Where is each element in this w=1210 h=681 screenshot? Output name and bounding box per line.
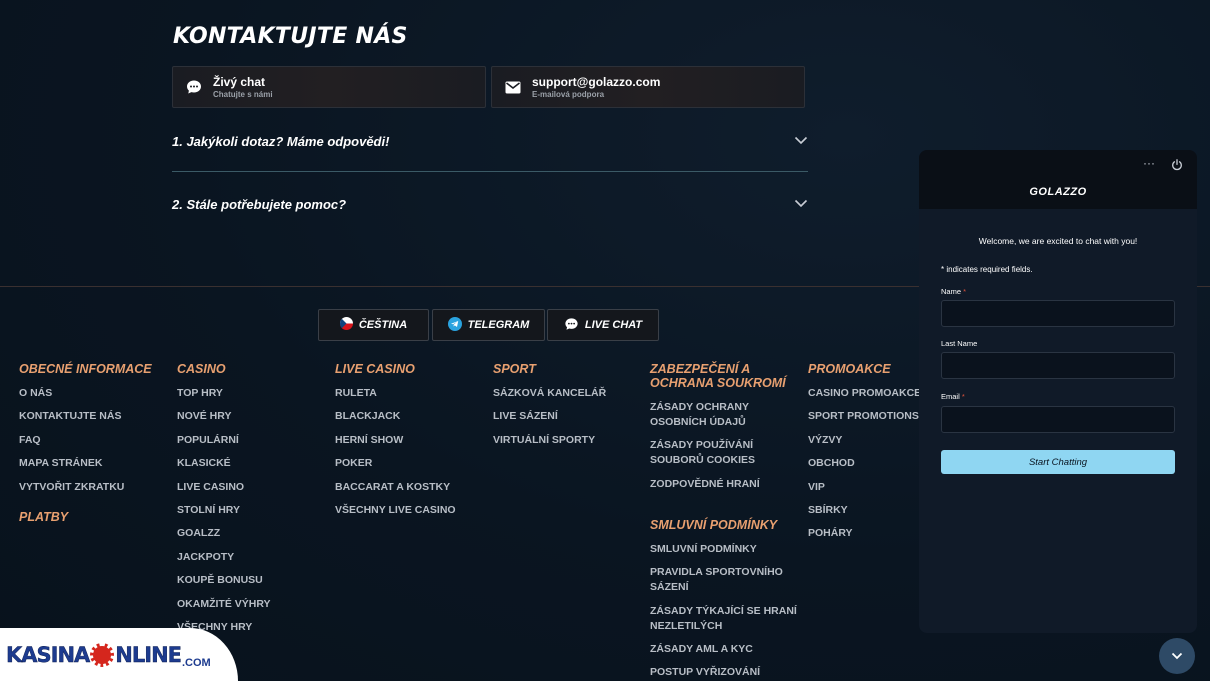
faq-question: 1. Jakýkoli dotaz? Máme odpovědi! — [172, 133, 390, 149]
envelope-icon — [504, 78, 522, 96]
chevron-down-icon[interactable] — [794, 195, 808, 213]
live-chat-title: Živý chat — [213, 74, 266, 89]
footer-link[interactable]: VŠECHNY LIVE CASINO — [335, 503, 485, 518]
footer-heading-payments: PLATBY — [19, 509, 69, 524]
name-input[interactable] — [941, 300, 1175, 327]
chevron-down-icon[interactable] — [794, 132, 808, 150]
footer-link[interactable]: POKER — [335, 456, 485, 471]
chat-widget-header: ··· GOLAZZO — [919, 150, 1197, 209]
footer-heading: OBECNÉ INFORMACE — [19, 362, 152, 376]
more-options-icon[interactable]: ··· — [1143, 156, 1155, 170]
watermark-text-left: KASINA — [6, 642, 91, 667]
footer-column-security: ZABEZPEČENÍ A OCHRANA SOUKROMÍ ZÁSADY OC… — [650, 362, 800, 681]
footer-column-sport: SPORT SÁZKOVÁ KANCELÁŘ LIVE SÁZENÍ VIRTU… — [493, 362, 643, 456]
footer-link[interactable]: CASINO PROMOAKCE — [808, 386, 920, 401]
email-support-subtitle: E-mailová podpora — [532, 89, 605, 99]
footer-link[interactable]: ZODPOVĚDNÉ HRANÍ — [650, 477, 800, 492]
footer-link[interactable]: PRAVIDLA SPORTOVNÍHO SÁZENÍ — [650, 565, 800, 595]
footer-link[interactable]: SPORT PROMOTIONS — [808, 409, 920, 424]
footer-heading: PROMOAKCE — [808, 362, 891, 376]
contact-title: KONTAKTUJTE NÁS — [173, 24, 408, 49]
footer-link[interactable]: LIVE CASINO — [177, 480, 327, 495]
footer-link[interactable]: KLASICKÉ — [177, 456, 327, 471]
footer-link[interactable]: MAPA STRÁNEK — [19, 456, 169, 471]
footer-link[interactable]: VIRTUÁLNÍ SPORTY — [493, 433, 643, 448]
language-button[interactable]: ČEŠTINA — [318, 309, 429, 341]
footer-link[interactable]: VÝZVY — [808, 433, 920, 448]
footer-link[interactable]: KONTAKTUJTE NÁS — [19, 409, 169, 424]
footer-column-promo: PROMOAKCE CASINO PROMOAKCE SPORT PROMOTI… — [808, 362, 920, 550]
last-name-label: Last Name — [941, 339, 978, 348]
footer-link[interactable]: POPULÁRNÍ — [177, 433, 327, 448]
footer-link[interactable]: BACCARAT A KOSTKY — [335, 480, 485, 495]
footer-heading-terms: SMLUVNÍ PODMÍNKY — [650, 517, 778, 532]
footer-link[interactable]: RULETA — [335, 386, 485, 401]
telegram-button[interactable]: TELEGRAM — [432, 309, 545, 341]
live-chat-button[interactable]: LIVE CHAT — [547, 309, 659, 341]
telegram-label: TELEGRAM — [467, 319, 530, 331]
chat-widget: ··· GOLAZZO Welcome, we are excited to c… — [919, 150, 1197, 633]
footer-link[interactable]: ZÁSADY OCHRANY OSOBNÍCH ÚDAJŮ — [650, 400, 800, 430]
footer-link[interactable]: VYTVOŘIT ZKRATKU — [19, 480, 169, 495]
faq-item[interactable]: 2. Stále potřebujete pomoc? — [172, 195, 808, 213]
golazzo-logo: GOLAZZO — [1029, 186, 1087, 198]
footer-link[interactable]: OBCHOD — [808, 456, 920, 471]
footer-heading: CASINO — [177, 362, 226, 376]
footer-heading: SPORT — [493, 362, 536, 376]
live-chat-label: LIVE CHAT — [584, 319, 643, 331]
footer-link[interactable]: ZÁSADY POUŽÍVÁNÍ SOUBORŮ COOKIES — [650, 438, 800, 468]
chat-bubble-icon — [185, 78, 203, 96]
language-label: ČEŠTINA — [358, 319, 408, 331]
footer-link[interactable]: ZÁSADY TÝKAJÍCÍ SE HRANÍ NEZLETILÝCH — [650, 604, 800, 634]
footer-column-casino: CASINO TOP HRY NOVÉ HRY POPULÁRNÍ KLASIC… — [177, 362, 327, 643]
footer-link[interactable]: VIP — [808, 480, 920, 495]
faq-divider — [172, 171, 808, 172]
required-fields-note: * indicates required fields. — [941, 265, 1033, 274]
footer-link[interactable]: FAQ — [19, 433, 169, 448]
telegram-icon — [447, 316, 462, 334]
chat-welcome-text: Welcome, we are excited to chat with you… — [978, 236, 1138, 246]
footer-column-general: OBECNÉ INFORMACE O NÁS KONTAKTUJTE NÁS F… — [19, 362, 169, 534]
footer-link[interactable]: OKAMŽITÉ VÝHRY — [177, 597, 327, 612]
czech-flag-icon — [339, 317, 353, 333]
footer-link[interactable]: GOALZZ — [177, 526, 327, 541]
footer-link[interactable]: HERNÍ SHOW — [335, 433, 485, 448]
footer-link[interactable]: KOUPĚ BONUSU — [177, 573, 327, 588]
footer-link[interactable]: POHÁRY — [808, 526, 920, 541]
footer-link[interactable]: TOP HRY — [177, 386, 327, 401]
name-label: Name * — [941, 287, 967, 296]
support-email: support@golazzo.com — [532, 74, 661, 89]
power-icon[interactable] — [1171, 158, 1183, 171]
start-chatting-button[interactable]: Start Chatting — [941, 450, 1175, 474]
faq-item[interactable]: 1. Jakýkoli dotaz? Máme odpovědi! — [172, 132, 808, 150]
footer-link[interactable]: POSTUP VYŘIZOVÁNÍ — [650, 665, 800, 680]
footer-link[interactable]: O NÁS — [19, 386, 169, 401]
footer-link[interactable]: SBÍRKY — [808, 503, 920, 518]
footer-link[interactable]: BLACKJACK — [335, 409, 485, 424]
chat-bubble-icon — [564, 317, 579, 334]
watermark-suffix: .COM — [182, 657, 211, 669]
kasinaonline-watermark: KASINA NLINE .COM — [0, 628, 238, 681]
email-support-card[interactable]: support@golazzo.com E-mailová podpora — [491, 66, 805, 108]
minimize-chat-button[interactable] — [1159, 638, 1195, 674]
footer-link[interactable]: LIVE SÁZENÍ — [493, 409, 643, 424]
footer-link[interactable]: NOVÉ HRY — [177, 409, 327, 424]
email-input[interactable] — [941, 406, 1175, 433]
footer-link[interactable]: ZÁSADY AML A KYC — [650, 642, 800, 657]
live-chat-subtitle: Chatujte s námi — [213, 89, 273, 99]
live-chat-card[interactable]: Živý chat Chatujte s námi — [172, 66, 486, 108]
footer-link[interactable]: SMLUVNÍ PODMÍNKY — [650, 542, 800, 557]
faq-question: 2. Stále potřebujete pomoc? — [172, 196, 347, 212]
footer-heading: ZABEZPEČENÍ A OCHRANA SOUKROMÍ — [650, 362, 786, 390]
casino-chip-icon — [90, 642, 115, 667]
footer-link[interactable]: STOLNÍ HRY — [177, 503, 327, 518]
footer-link[interactable]: JACKPOTY — [177, 550, 327, 565]
last-name-input[interactable] — [941, 352, 1175, 379]
watermark-text-right: NLINE — [115, 642, 182, 667]
footer-column-live-casino: LIVE CASINO RULETA BLACKJACK HERNÍ SHOW … — [335, 362, 485, 526]
footer-link[interactable]: SÁZKOVÁ KANCELÁŘ — [493, 386, 643, 401]
chevron-down-icon — [1171, 647, 1183, 665]
footer-heading: LIVE CASINO — [335, 362, 415, 376]
email-label: Email * — [941, 392, 965, 401]
